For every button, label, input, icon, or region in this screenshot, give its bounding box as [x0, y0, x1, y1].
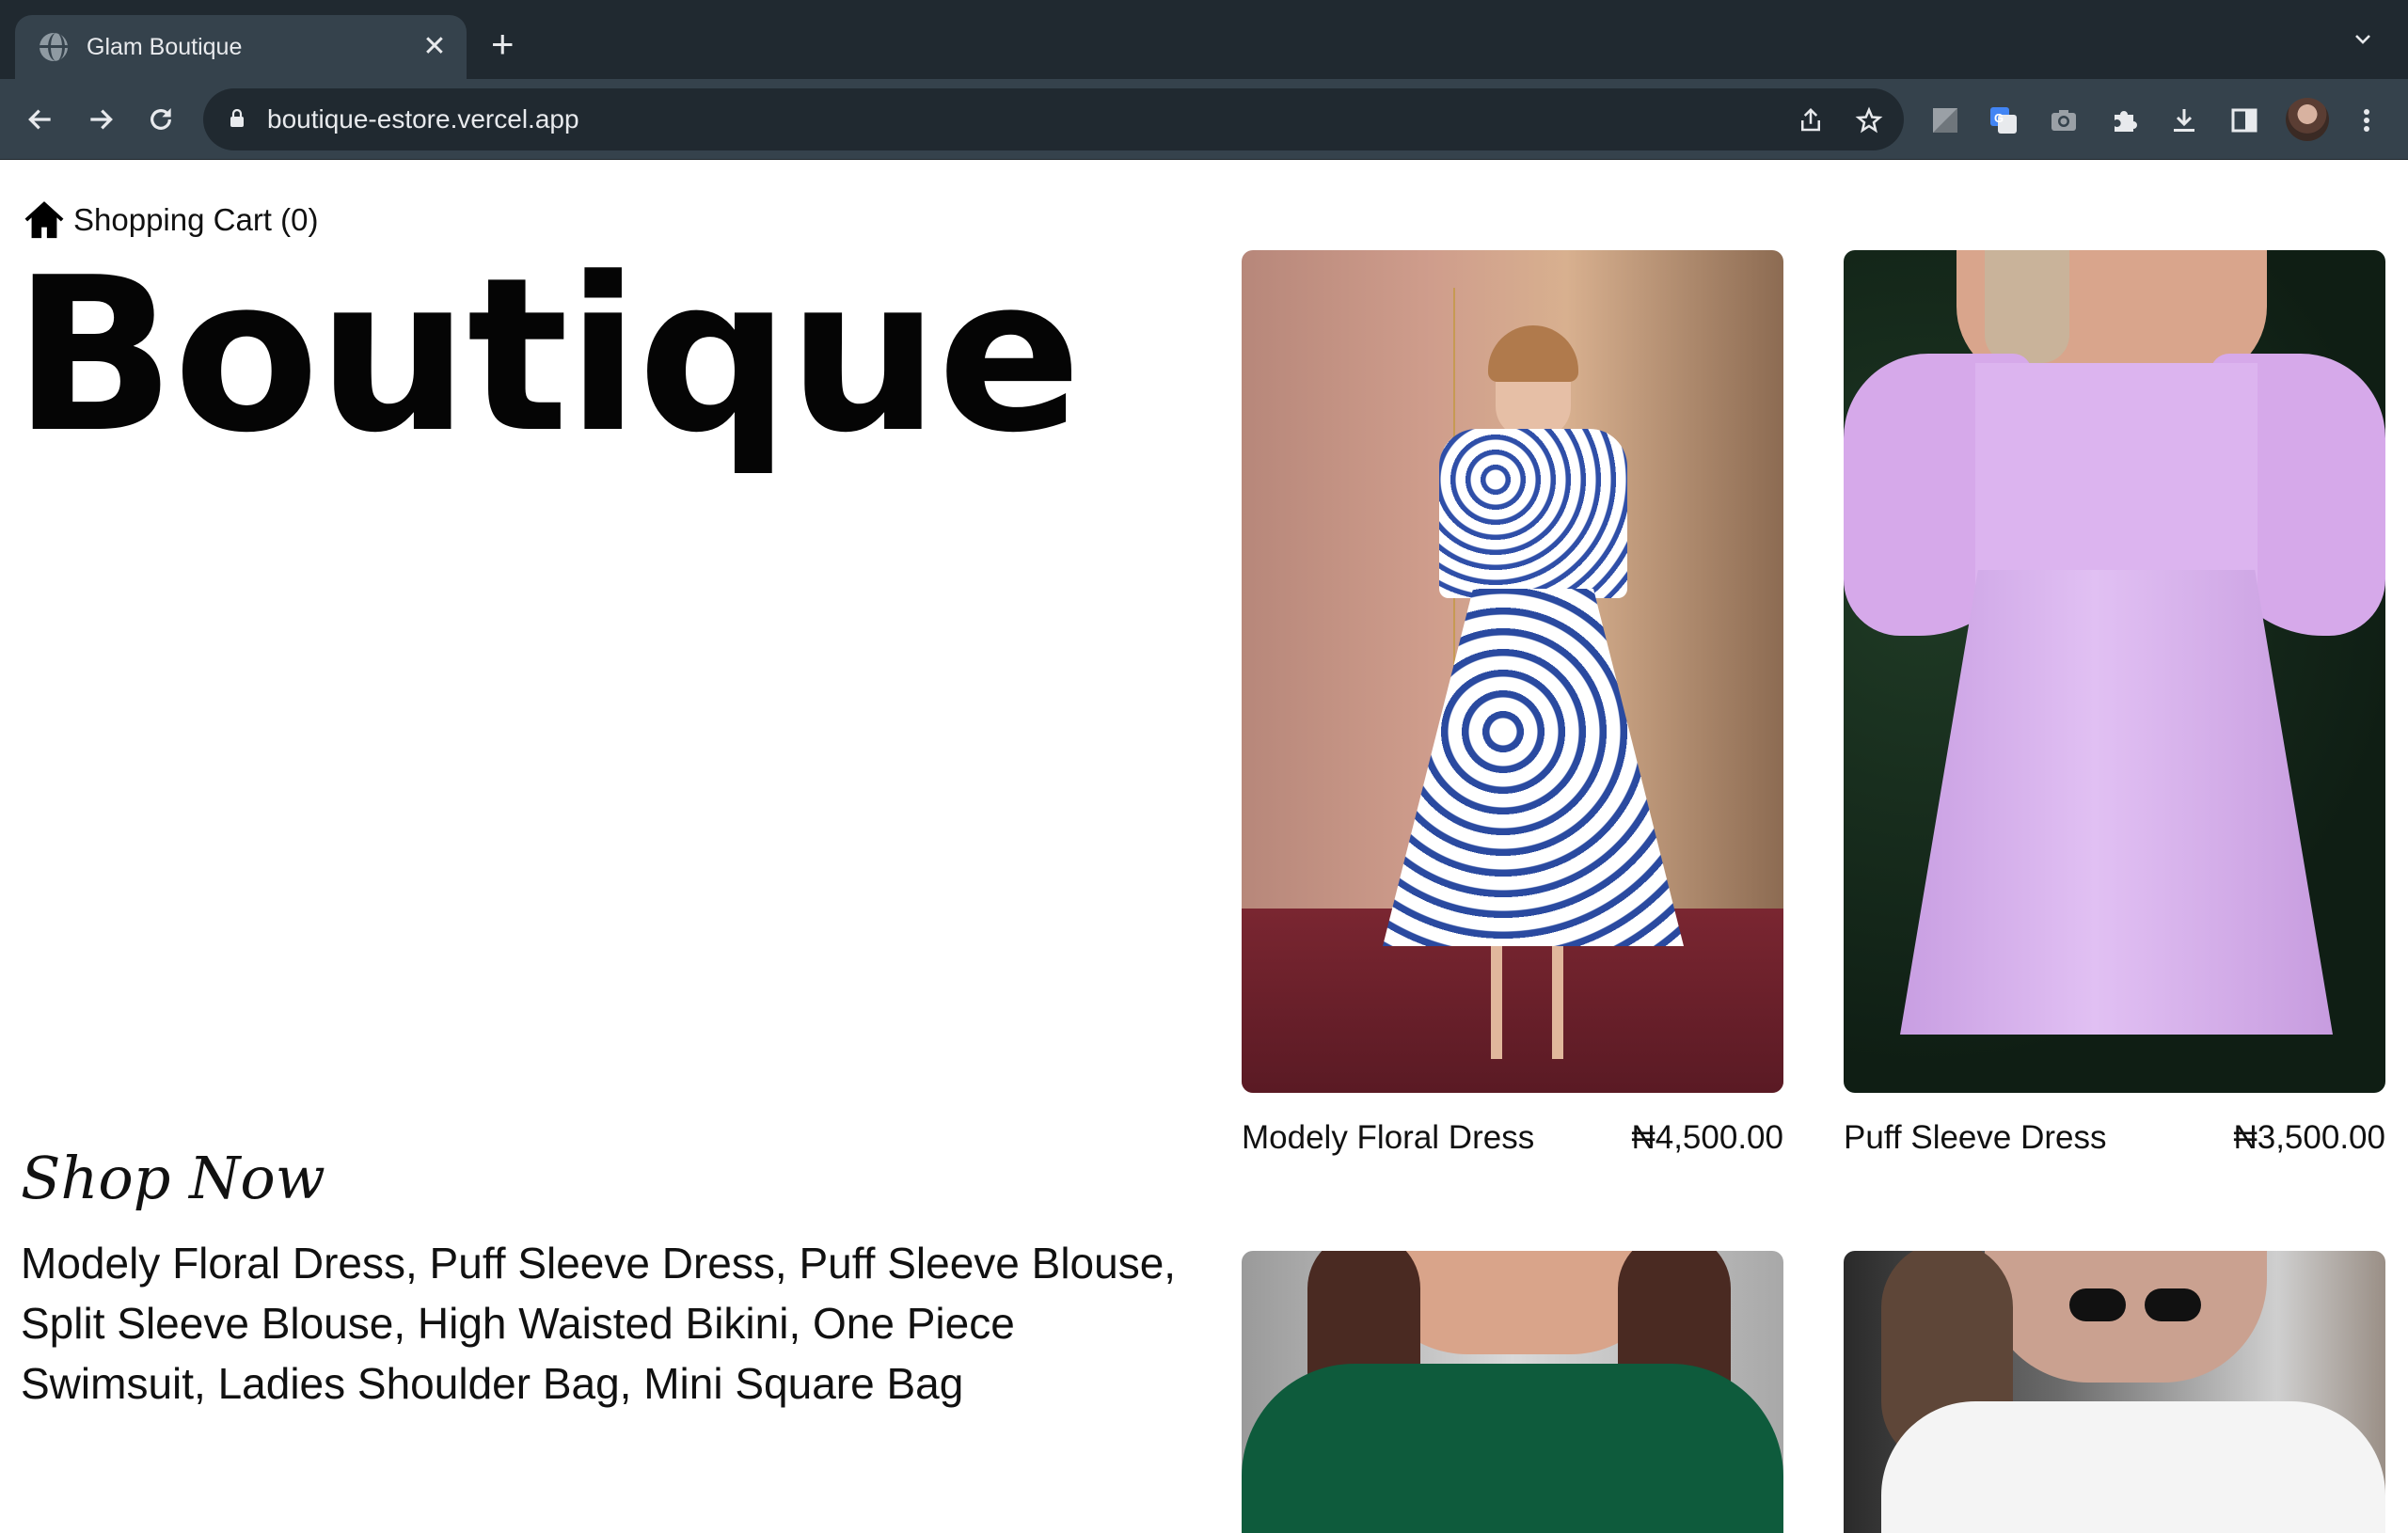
- reload-icon: [150, 108, 171, 130]
- browser-tab[interactable]: Glam Boutique ✕: [15, 15, 467, 79]
- product-card[interactable]: [1242, 1251, 1783, 1533]
- page-content: Shopping Cart (0) Boutique Shop Now Mode…: [0, 161, 2408, 1533]
- svg-text:G: G: [1994, 111, 2004, 125]
- address-bar[interactable]: boutique-estore.vercel.app: [203, 88, 1904, 150]
- back-button[interactable]: [21, 100, 60, 139]
- product-price: ₦4,500.00: [1631, 1119, 1783, 1156]
- download-icon[interactable]: [2169, 105, 2199, 135]
- chevron-down-icon[interactable]: [2352, 28, 2374, 51]
- tab-title: Glam Boutique: [87, 33, 243, 60]
- translate-icon[interactable]: G: [1988, 105, 2019, 135]
- profile-avatar[interactable]: [2286, 98, 2329, 141]
- product-card[interactable]: Modely Floral Dress ₦4,500.00: [1242, 250, 1783, 1157]
- new-tab-button[interactable]: +: [491, 24, 515, 64]
- back-arrow-icon: [28, 109, 51, 130]
- product-image-white-blouse[interactable]: [1844, 1251, 2385, 1533]
- url-text[interactable]: boutique-estore.vercel.app: [267, 104, 579, 134]
- product-price: ₦3,500.00: [2233, 1119, 2385, 1156]
- boutique-logo: Boutique: [13, 232, 1082, 480]
- forward-arrow-icon: [90, 109, 113, 130]
- browser-tab-bar: Glam Boutique ✕ +: [0, 0, 2408, 79]
- reload-button[interactable]: [141, 100, 181, 139]
- product-card[interactable]: Puff Sleeve Dress ₦3,500.00: [1844, 250, 2385, 1157]
- forward-button[interactable]: [81, 100, 120, 139]
- product-name[interactable]: Modely Floral Dress: [1242, 1119, 1534, 1157]
- browser-toolbar: boutique-estore.vercel.app G: [0, 79, 2408, 160]
- product-name[interactable]: Puff Sleeve Dress: [1844, 1119, 2107, 1157]
- product-names-list: Modely Floral Dress, Puff Sleeve Dress, …: [21, 1239, 1177, 1408]
- extension-icon[interactable]: [1930, 105, 1960, 135]
- shop-now-heading: Shop Now: [21, 1144, 325, 1212]
- product-meta: Modely Floral Dress ₦4,500.00: [1242, 1119, 1783, 1157]
- puzzle-icon[interactable]: [2109, 105, 2139, 135]
- star-icon[interactable]: [1855, 106, 1883, 134]
- kebab-menu-icon[interactable]: [2352, 105, 2382, 135]
- product-meta: Puff Sleeve Dress ₦3,500.00: [1844, 1119, 2385, 1157]
- lock-icon[interactable]: [230, 109, 245, 128]
- product-image-green-blouse[interactable]: [1242, 1251, 1783, 1533]
- share-icon[interactable]: [1797, 106, 1825, 134]
- sidepanel-icon[interactable]: [2229, 105, 2259, 135]
- globe-icon: [40, 33, 68, 61]
- product-card[interactable]: [1844, 1251, 2385, 1533]
- close-icon[interactable]: ✕: [420, 33, 450, 61]
- product-image-puff-sleeve-dress[interactable]: [1844, 250, 2385, 1093]
- product-image-floral-dress[interactable]: [1242, 250, 1783, 1093]
- camera-icon[interactable]: [2049, 105, 2079, 135]
